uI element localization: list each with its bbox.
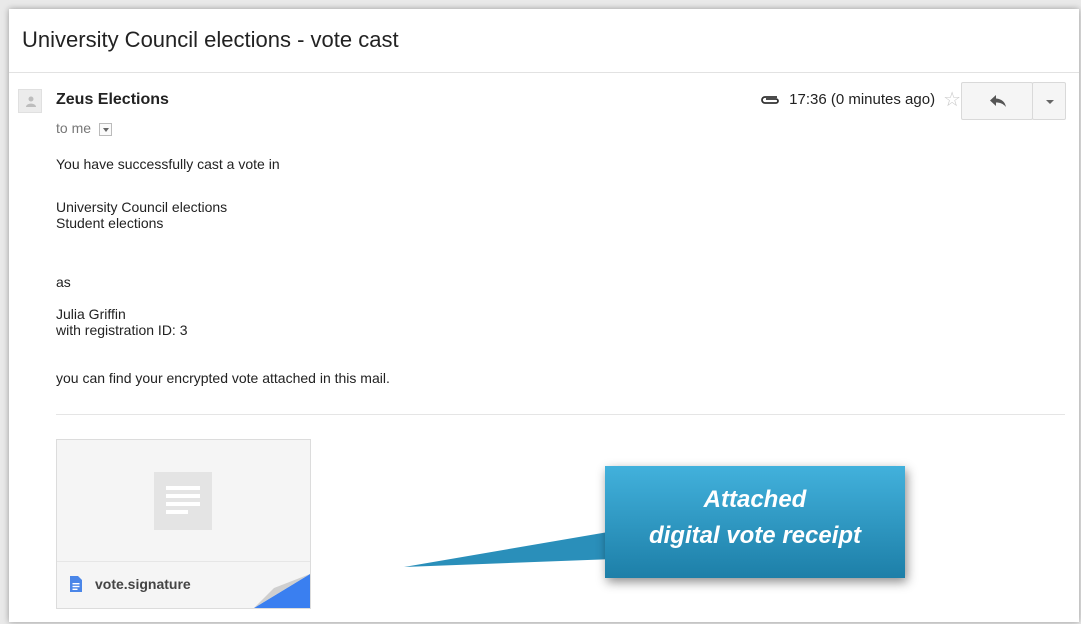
body-intro: You have successfully cast a vote in xyxy=(56,156,280,172)
voter-registration: with registration ID: 3 xyxy=(56,322,188,338)
subject-divider xyxy=(9,72,1079,73)
message-time: 17:36 (0 minutes ago) xyxy=(789,91,936,108)
reply-icon xyxy=(990,95,1006,107)
election-subtitle: Student elections xyxy=(56,215,164,231)
email-subject: University Council elections - vote cast xyxy=(22,27,399,52)
attachments-divider xyxy=(56,414,1065,415)
person-icon xyxy=(26,96,36,107)
body-closing: you can find your encrypted vote attache… xyxy=(56,370,390,386)
more-options-button[interactable] xyxy=(1032,82,1066,120)
reply-button[interactable] xyxy=(961,82,1033,120)
paperclip-icon xyxy=(761,95,780,104)
avatar[interactable] xyxy=(18,89,42,113)
document-preview-icon xyxy=(154,472,212,530)
voter-name: Julia Griffin xyxy=(56,306,126,322)
callout-line-1: Attached xyxy=(703,486,807,513)
attachment-card[interactable]: vote.signature xyxy=(56,439,311,609)
message-meta: 17:36 (0 minutes ago) ☆ xyxy=(759,90,961,110)
recipient-line: to me xyxy=(56,120,112,136)
sender-name[interactable]: Zeus Elections xyxy=(56,91,169,109)
election-name: University Council elections xyxy=(56,199,228,215)
callout-line-2: digital vote receipt xyxy=(648,522,862,549)
star-icon[interactable]: ☆ xyxy=(943,90,961,110)
body-as: as xyxy=(56,274,71,290)
callout-pointer xyxy=(404,531,614,567)
folded-corner-icon xyxy=(254,574,310,608)
document-icon xyxy=(70,576,82,592)
annotation-callout: Attached digital vote receipt xyxy=(605,466,905,578)
email-window: University Council elections - vote cast… xyxy=(9,9,1079,622)
attachment-filename[interactable]: vote.signature xyxy=(95,576,191,592)
recipient-label: to me xyxy=(56,120,92,136)
recipient-details-dropdown[interactable] xyxy=(98,122,112,136)
